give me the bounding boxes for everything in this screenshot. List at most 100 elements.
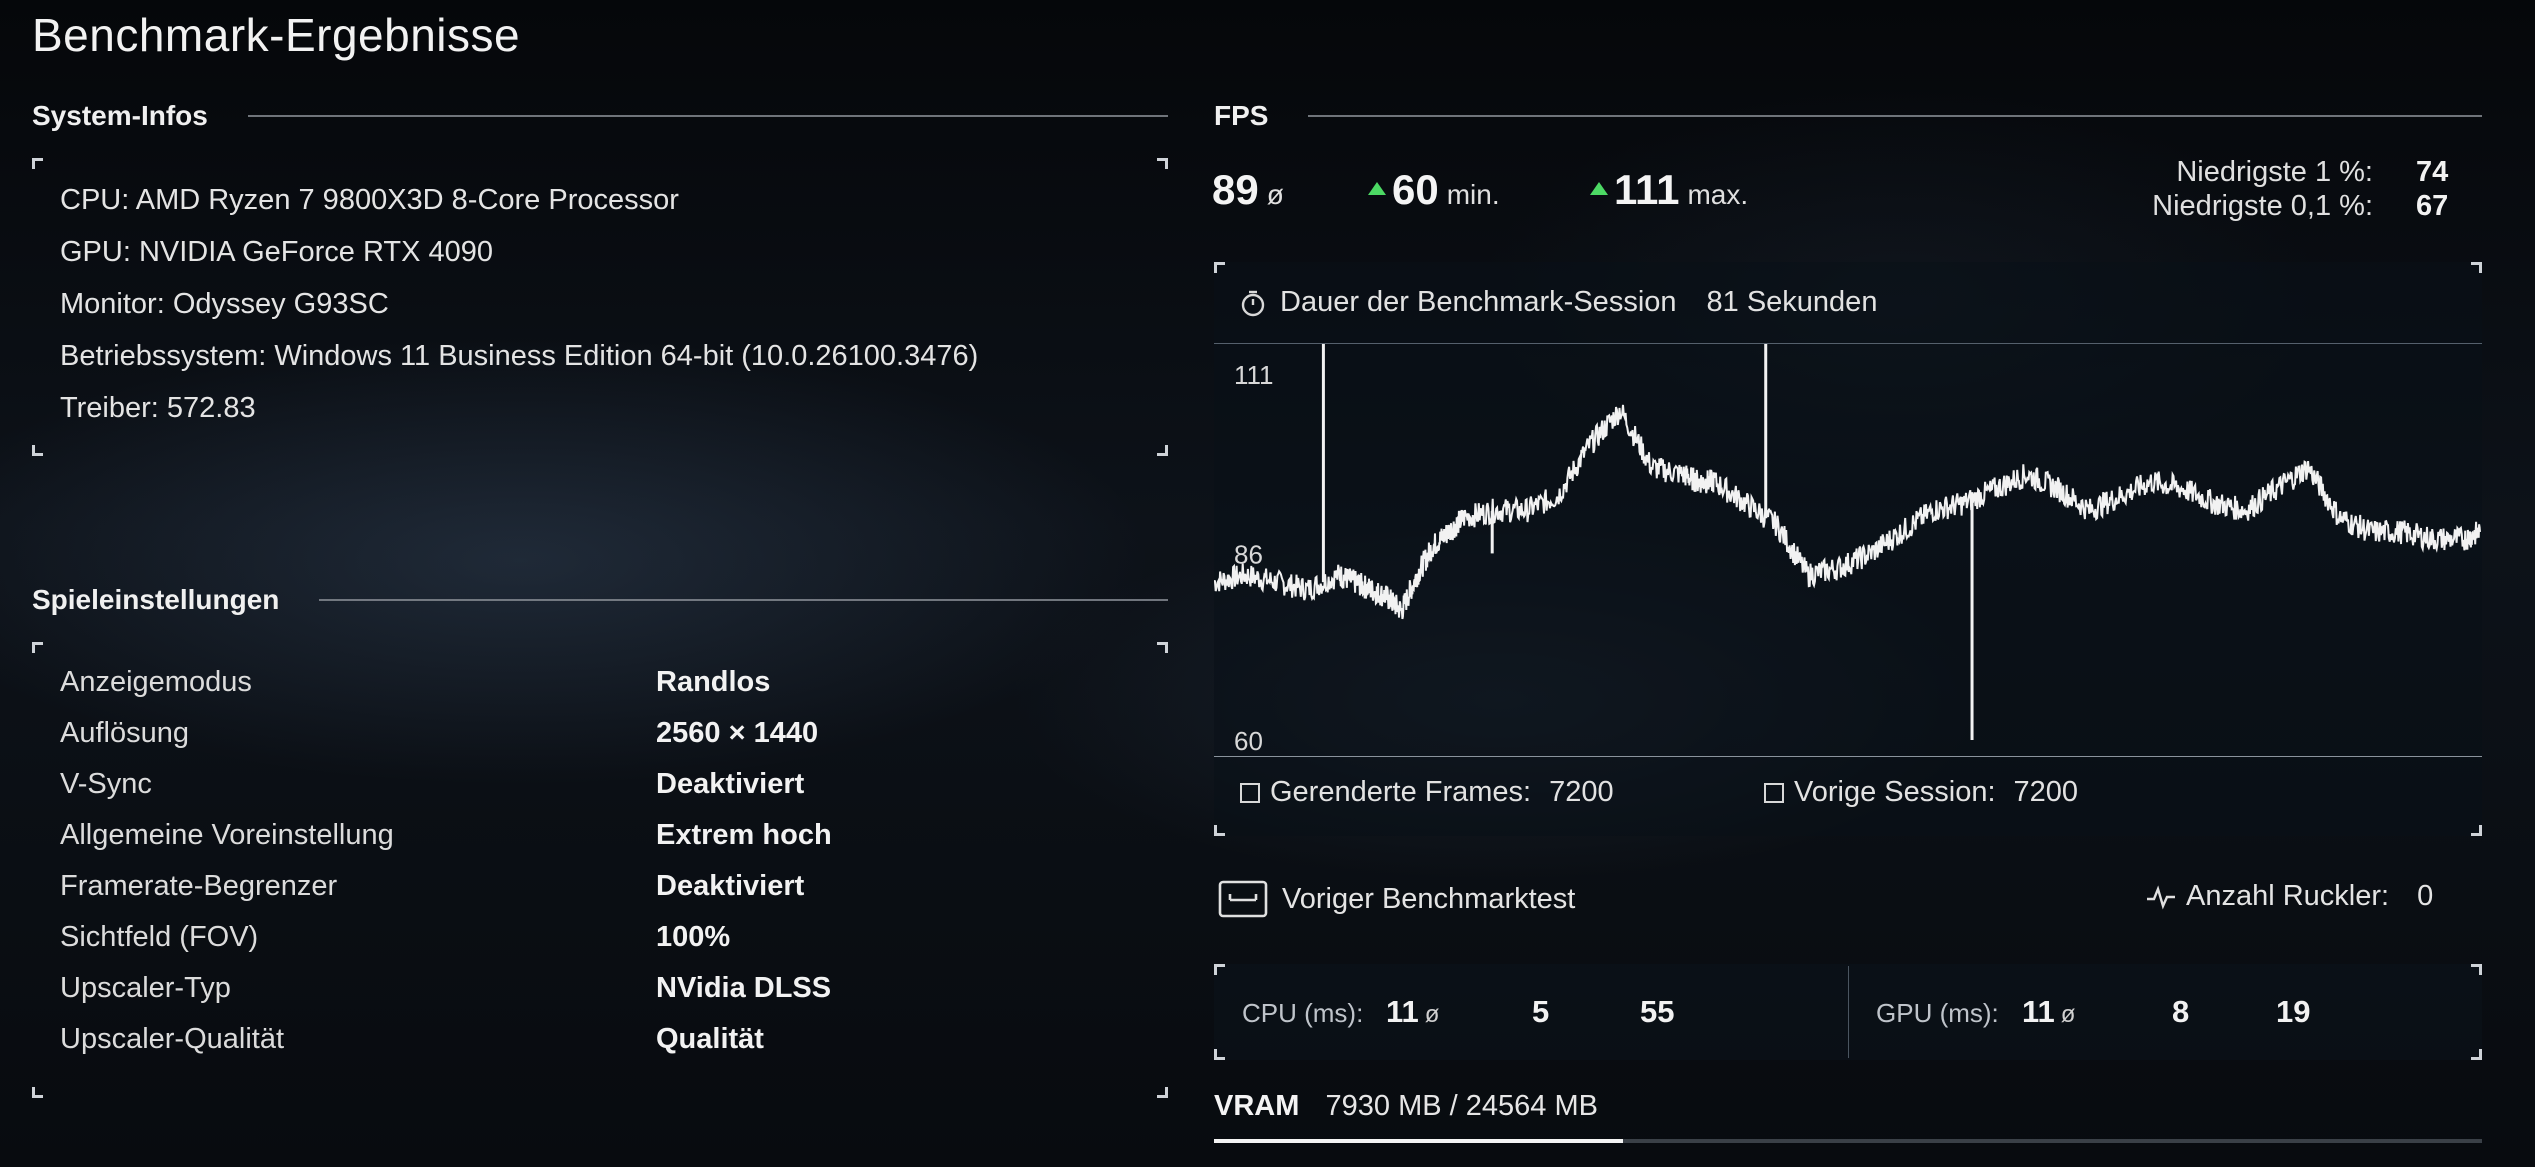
system-info-heading-text: System-Infos <box>32 100 208 131</box>
pulse-icon <box>2147 884 2175 909</box>
panel-corner <box>1157 445 1168 456</box>
y-tick-label: 86 <box>1234 539 1263 569</box>
previous-benchmark-button[interactable]: Voriger Benchmarktest <box>1218 880 1575 918</box>
setting-value-upscaler-quality: Qualität <box>656 1023 764 1055</box>
frametime-panel: CPU (ms): 11 ø 5 55 GPU (ms): 11 ø 8 19 <box>1214 964 2482 1060</box>
vram-value: 7930 MB / 24564 MB <box>1325 1090 1598 1122</box>
square-icon <box>1764 782 1784 803</box>
fps-heading-text: FPS <box>1214 100 1269 131</box>
fps-average-value: 89 <box>1212 166 1259 213</box>
gpu-ms-avg: 11 ø <box>2022 994 2075 1030</box>
setting-value-preset: Extrem hoch <box>656 819 832 851</box>
stutter-count: Anzahl Ruckler: 0 <box>2146 880 2433 913</box>
heading-rule <box>319 599 1168 601</box>
triangle-up-icon <box>1590 182 1608 196</box>
setting-value-fov: 100% <box>656 921 731 953</box>
gpu-ms-max: 19 <box>2276 994 2311 1029</box>
setting-label-fov: Sichtfeld (FOV) <box>60 921 259 953</box>
fps-minimum: 60 min. <box>1368 166 1500 214</box>
cpu-ms-max: 55 <box>1640 994 1675 1029</box>
panel-corner <box>1214 964 1225 975</box>
setting-label-upscaler-quality: Upscaler-Qualität <box>60 1023 285 1055</box>
low-01-label: Niedrigste 0,1 %: <box>2152 190 2373 222</box>
low-1-label: Niedrigste 1 %: <box>2176 156 2373 188</box>
setting-value-resolution: 2560 × 1440 <box>656 717 819 749</box>
page-title: Benchmark-Ergebnisse <box>32 9 521 61</box>
cpu-ms-avg-unit: ø <box>1424 1001 1440 1028</box>
fps-maximum-unit: max. <box>1687 179 1749 210</box>
fps-series-line <box>1214 404 2481 620</box>
panel-corner <box>2471 262 2482 273</box>
info-driver: Treiber: 572.83 <box>60 392 256 424</box>
vram-label: VRAM <box>1214 1090 1300 1122</box>
chart-bottom-rule <box>1214 756 2482 757</box>
setting-label-preset: Allgemeine Voreinstellung <box>60 819 394 851</box>
setting-value-upscaler-type: NVidia DLSS <box>656 972 832 1004</box>
info-gpu: GPU: NVIDIA GeForce RTX 4090 <box>60 236 494 268</box>
heading-rule <box>1308 115 2482 117</box>
cpu-ms-label: CPU (ms): <box>1242 998 1364 1028</box>
legend-previous-session: Vorige Session: 7200 <box>1764 776 2078 809</box>
session-duration-value: 81 Sekunden <box>1706 286 1878 318</box>
setting-value-vsync: Deaktiviert <box>656 768 805 800</box>
fps-average-unit: ø <box>1266 179 1284 210</box>
stopwatch-icon <box>1241 290 1265 316</box>
panel-corner <box>1157 158 1168 169</box>
session-duration-label: Dauer der Benchmark-Session <box>1280 286 1677 318</box>
previous-benchmark-label: Voriger Benchmarktest <box>1282 882 1576 915</box>
stutter-label: Anzahl Ruckler: <box>2186 880 2390 912</box>
fps-maximum: 111 max. <box>1590 166 1748 214</box>
legend-rendered-label: Gerenderte Frames: <box>1270 776 1532 808</box>
gpu-ms-avg-value: 11 <box>2022 994 2055 1029</box>
gpu-ms-label: GPU (ms): <box>1876 998 1999 1028</box>
info-monitor: Monitor: Odyssey G93SC <box>60 288 389 320</box>
panel-corner <box>1214 825 1225 836</box>
vram-bar-fill <box>1214 1139 1624 1143</box>
setting-label-upscaler-type: Upscaler-Typ <box>60 972 231 1004</box>
game-settings-heading-text: Spieleinstellungen <box>32 584 280 615</box>
panel-corner <box>32 1087 43 1098</box>
stutter-value: 0 <box>2417 880 2434 912</box>
panel-corner <box>32 158 43 169</box>
game-settings-heading: Spieleinstellungen <box>32 584 1168 616</box>
game-settings-panel: Anzeigemodus Randlos Auflösung 2560 × 14… <box>32 642 1168 1098</box>
cpu-ms-avg-value: 11 <box>1386 994 1419 1029</box>
panel-corner <box>1157 1087 1168 1098</box>
setting-label-vsync: V-Sync <box>60 768 152 800</box>
panel-corner <box>1214 262 1225 273</box>
legend-rendered-value: 7200 <box>1549 776 1614 808</box>
fps-line-chart: 111 86 60 <box>1214 344 2481 756</box>
vram-bar-track <box>1214 1139 2482 1143</box>
cpu-ms-min: 5 <box>1532 994 1550 1029</box>
panel-corner <box>2471 964 2482 975</box>
fps-chart-panel: Dauer der Benchmark-Session 81 Sekunden … <box>1214 262 2482 836</box>
frametime-divider <box>1848 966 1849 1058</box>
gpu-ms-avg-unit: ø <box>2060 1001 2076 1028</box>
panel-corner <box>1214 1049 1225 1060</box>
setting-value-display-mode: Randlos <box>656 666 771 698</box>
square-icon <box>1240 782 1260 803</box>
panel-corner <box>1157 642 1168 653</box>
y-tick-label: 60 <box>1234 726 1263 756</box>
setting-value-frame-limiter: Deaktiviert <box>656 870 805 902</box>
fps-heading: FPS <box>1214 100 2482 132</box>
legend-previous-label: Vorige Session: <box>1794 776 1996 808</box>
setting-label-resolution: Auflösung <box>60 717 189 749</box>
y-tick-label: 111 <box>1234 360 1274 390</box>
panel-corner <box>32 642 43 653</box>
legend-previous-value: 7200 <box>2013 776 2079 808</box>
monitor-icon <box>1218 880 1268 918</box>
setting-label-frame-limiter: Framerate-Begrenzer <box>60 870 338 902</box>
fps-average: 89 ø <box>1212 166 1284 214</box>
panel-corner <box>2471 1049 2482 1060</box>
panel-corner <box>32 445 43 456</box>
low-1-value: 74 <box>2416 156 2449 188</box>
cpu-ms-avg: 11 ø <box>1386 994 1439 1030</box>
session-duration: Dauer der Benchmark-Session 81 Sekunden <box>1240 286 1877 319</box>
setting-label-display-mode: Anzeigemodus <box>60 666 252 698</box>
heading-rule <box>247 115 1168 117</box>
low-01-value: 67 <box>2416 190 2449 222</box>
info-cpu: CPU: AMD Ryzen 7 9800X3D 8-Core Processo… <box>60 184 679 216</box>
legend-rendered-frames: Gerenderte Frames: 7200 <box>1240 776 1614 809</box>
fps-minimum-value: 60 <box>1392 166 1439 213</box>
